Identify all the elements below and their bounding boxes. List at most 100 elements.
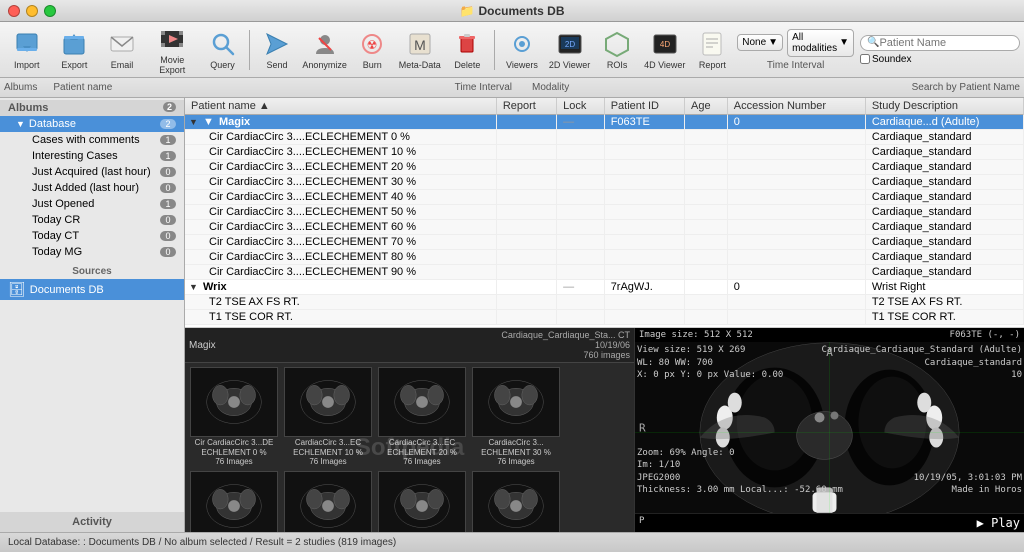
status-text: Local Database: : Documents DB / No albu…	[8, 537, 396, 548]
study-table[interactable]: Patient name ▲ Report Lock Patient ID Ag…	[185, 98, 1024, 328]
content-area: Patient name ▲ Report Lock Patient ID Ag…	[185, 98, 1024, 532]
thumbnail-image[interactable]	[378, 367, 466, 437]
magix-pid: F063TE	[604, 115, 684, 130]
col-patient-id[interactable]: Patient ID	[604, 98, 684, 115]
thumbnail-label-0: Cir CardiacCirc 3...DEECHLEMENT 0 %76 Im…	[195, 438, 274, 467]
movie-export-button[interactable]: Movie Export	[147, 25, 198, 75]
svg-text:4D: 4D	[660, 40, 670, 49]
delete-label: Delete	[454, 60, 480, 70]
minimize-button[interactable]	[26, 5, 38, 17]
ct-label-right: R	[639, 421, 646, 434]
search-by-label: Search by Patient Name	[912, 82, 1020, 93]
send-button[interactable]: Send	[254, 25, 300, 75]
group-row-magix[interactable]: ▼ ▼ Magix — F063TE 0 Cardiaque...d (Adul…	[185, 115, 1024, 130]
group-row-wrix[interactable]: ▼ Wrix — 7rAgWJ. 0 Wrist Right	[185, 280, 1024, 295]
ct-image-size: Image size: 512 X 512	[639, 330, 753, 340]
table-row[interactable]: T2 TSE AX FS RT. T2 TSE AX FS RT.	[185, 295, 1024, 310]
email-label: Email	[111, 60, 134, 70]
thumbnail-grid[interactable]: Softpedia	[185, 363, 634, 532]
col-report[interactable]: Report	[496, 98, 556, 115]
thumbnail-image[interactable]	[472, 367, 560, 437]
rois-label: ROIs	[607, 60, 628, 70]
meta-data-label: Meta-Data	[399, 60, 441, 70]
soundex-check[interactable]	[860, 54, 870, 64]
list-item[interactable]: CardiacCirc 3...ECLECHEMENT 50 %76 Image…	[283, 471, 373, 532]
toolbar-right: None ▼ All modalities ▼ Time Interval 🔍	[737, 29, 1020, 71]
table-row[interactable]: Cir CardiacCirc 3....ECLECHEMENT 80 % Ca…	[185, 250, 1024, 265]
table-row[interactable]: Cir CardiacCirc 3....ECLECHEMENT 0 % Car…	[185, 130, 1024, 145]
list-item[interactable]: Cir CardiacCirc 3...DEECHLEMENT 0 %76 Im…	[189, 367, 279, 467]
ct-image-area[interactable]: View size: 519 X 269 WL: 80 WW: 700 X: 0…	[635, 342, 1024, 513]
magix-accession: 0	[727, 115, 865, 130]
sidebar-item-cases-comments[interactable]: Cases with comments 1	[0, 132, 184, 148]
ct-label-anterior: A	[826, 346, 833, 359]
sidebar-item-today-ct[interactable]: Today CT 0	[0, 228, 184, 244]
sidebar-item-just-added[interactable]: Just Added (last hour) 0	[0, 180, 184, 196]
sidebar-item-today-cr[interactable]: Today CR 0	[0, 212, 184, 228]
thumbnail-image[interactable]	[284, 471, 372, 532]
ct-viewer[interactable]: Image size: 512 X 512 F063TE (-, -)	[634, 328, 1024, 532]
table-row[interactable]: Cir CardiacCirc 3....ECLECHEMENT 90 % Ca…	[185, 265, 1024, 280]
report-button[interactable]: Report	[690, 25, 736, 75]
list-item[interactable]: CardiacCirc 3...ECLECHEMENT 60 %76 Image…	[377, 471, 467, 532]
col-accession-number[interactable]: Accession Number	[727, 98, 865, 115]
folder-icon: 📁	[460, 4, 475, 18]
sidebar-item-today-mg[interactable]: Today MG 0	[0, 244, 184, 260]
svg-text:☢: ☢	[367, 38, 378, 52]
4d-viewer-button[interactable]: 4D 4D Viewer	[642, 25, 688, 75]
2d-viewer-button[interactable]: 2D 2D Viewer	[547, 25, 593, 75]
sidebar-item-just-opened[interactable]: Just Opened 1	[0, 196, 184, 212]
viewers-button[interactable]: Viewers	[499, 25, 545, 75]
delete-button[interactable]: Delete	[445, 25, 491, 75]
import-icon	[13, 30, 41, 58]
preview-title: Magix	[189, 340, 216, 351]
col-lock[interactable]: Lock	[557, 98, 605, 115]
play-button[interactable]: ▶ Play	[977, 516, 1020, 530]
table-row[interactable]: Cir CardiacCirc 3....ECLECHEMENT 10 % Ca…	[185, 145, 1024, 160]
col-age[interactable]: Age	[685, 98, 728, 115]
all-modalities-dropdown[interactable]: All modalities ▼	[787, 29, 854, 57]
table-row[interactable]: Cir CardiacCirc 3....ECLECHEMENT 70 % Ca…	[185, 235, 1024, 250]
sidebar-item-documents-db[interactable]: 🗄 Documents DB	[0, 279, 184, 300]
table-row[interactable]: Cir CardiacCirc 3....ECLECHEMENT 60 % Ca…	[185, 220, 1024, 235]
export-button[interactable]: Export	[52, 25, 98, 75]
activity-label: Activity	[0, 512, 184, 532]
email-button[interactable]: Email	[99, 25, 145, 75]
list-item[interactable]: CardiacCirc 3...ECHLEMENT 30 %76 Images	[471, 367, 561, 467]
export-icon	[60, 30, 88, 58]
table-row[interactable]: Cir CardiacCirc 3....ECLECHEMENT 30 % Ca…	[185, 175, 1024, 190]
maximize-button[interactable]	[44, 5, 56, 17]
patient-name-search-input[interactable]	[879, 37, 1013, 49]
list-item[interactable]: CardiacCirc 3...ECLECHEMENT 70 %76 Image…	[471, 471, 561, 532]
anonymize-button[interactable]: Anonymize	[302, 25, 348, 75]
col-patient-name[interactable]: Patient name ▲	[185, 98, 496, 115]
rois-button[interactable]: ROIs	[594, 25, 640, 75]
meta-data-button[interactable]: M Meta-Data	[397, 25, 443, 75]
soundex-checkbox[interactable]: Soundex	[860, 54, 911, 65]
sidebar-item-database[interactable]: ▼ Database 2	[0, 116, 184, 132]
thumbnail-image[interactable]	[378, 471, 466, 532]
col-study-description[interactable]: Study Description	[865, 98, 1023, 115]
table-row[interactable]: Cir CardiacCirc 3....ECLECHEMENT 20 % Ca…	[185, 160, 1024, 175]
query-button[interactable]: Query	[200, 25, 246, 75]
sidebar-item-just-acquired[interactable]: Just Acquired (last hour) 0	[0, 164, 184, 180]
list-item[interactable]: CardiacCirc 3...ECECHLEMENT 20 %76 Image…	[377, 367, 467, 467]
anonymize-label: Anonymize	[302, 60, 347, 70]
thumbnail-image[interactable]	[190, 471, 278, 532]
table-row[interactable]: Cir CardiacCirc 3....ECLECHEMENT 50 % Ca…	[185, 205, 1024, 220]
time-interval-none-dropdown[interactable]: None ▼	[737, 34, 783, 51]
thumbnail-image[interactable]	[190, 367, 278, 437]
list-item[interactable]: CardiacCirc 3...ECECHLEMENT 10 %76 Image…	[283, 367, 373, 467]
patient-name-search-box[interactable]: 🔍	[860, 35, 1020, 51]
import-button[interactable]: Import	[4, 25, 50, 75]
table-row[interactable]: T1 TSE COR RT. T1 TSE COR RT.	[185, 310, 1024, 325]
sidebar-item-interesting[interactable]: Interesting Cases 1	[0, 148, 184, 164]
close-button[interactable]	[8, 5, 20, 17]
table-row[interactable]: Cir CardiacCirc 3....ECLECHEMENT 40 % Ca…	[185, 190, 1024, 205]
thumbnail-label-1: CardiacCirc 3...ECECHLEMENT 10 %76 Image…	[293, 438, 363, 467]
thumbnail-image[interactable]	[284, 367, 372, 437]
thumbnail-image[interactable]	[472, 471, 560, 532]
import-label: Import	[14, 60, 40, 70]
burn-button[interactable]: ☢ Burn	[349, 25, 395, 75]
list-item[interactable]: CardiacCirc 3...ECECHLEMENT 40 %76 Image…	[189, 471, 279, 532]
